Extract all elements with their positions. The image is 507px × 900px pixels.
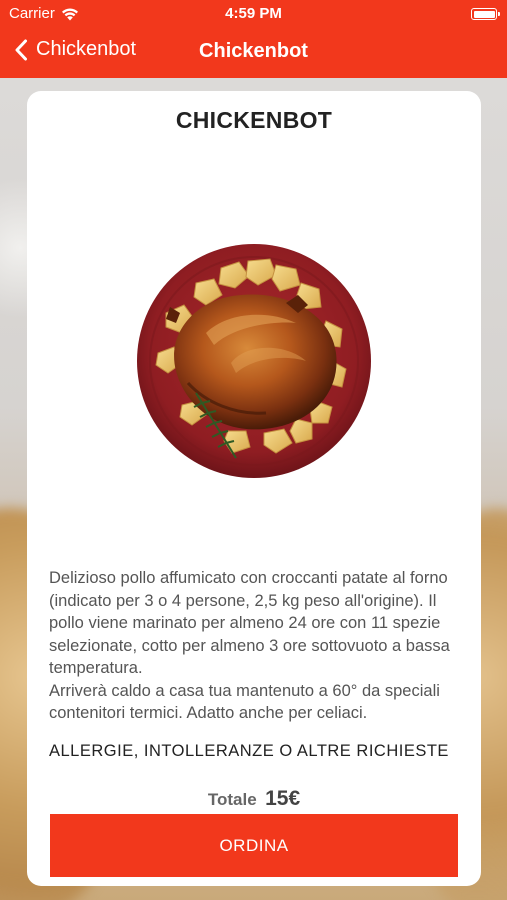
product-card: CHICKENBOT Delizioso pollo affumicato co… <box>27 91 481 886</box>
product-image <box>137 244 371 478</box>
order-button[interactable]: ORDINA <box>50 814 458 877</box>
product-description: Delizioso pollo affumicato con croccanti… <box>49 569 450 722</box>
product-title: CHICKENBOT <box>175 107 333 133</box>
navigation-bar: Chickenbot Chickenbot <box>0 28 507 78</box>
allergy-heading: ALLERGIE, INTOLLERANZE O ALTRE RICHIESTE <box>49 741 449 760</box>
top-bar: Carrier 4:59 PM Chickenbot Chickenbot <box>0 0 507 78</box>
total-row: Totale 15€ <box>27 787 481 811</box>
back-button[interactable]: Chickenbot <box>14 38 136 61</box>
back-button-label: Chickenbot <box>36 38 137 60</box>
status-bar: Carrier 4:59 PM <box>0 0 507 28</box>
total-label: Totale <box>207 790 257 809</box>
status-time: 4:59 PM <box>225 5 282 22</box>
chevron-left-icon <box>15 39 27 60</box>
battery-icon <box>471 8 500 20</box>
product-description-area[interactable]: Delizioso pollo affumicato con croccanti… <box>49 567 461 777</box>
total-price: 15€ <box>265 787 301 810</box>
